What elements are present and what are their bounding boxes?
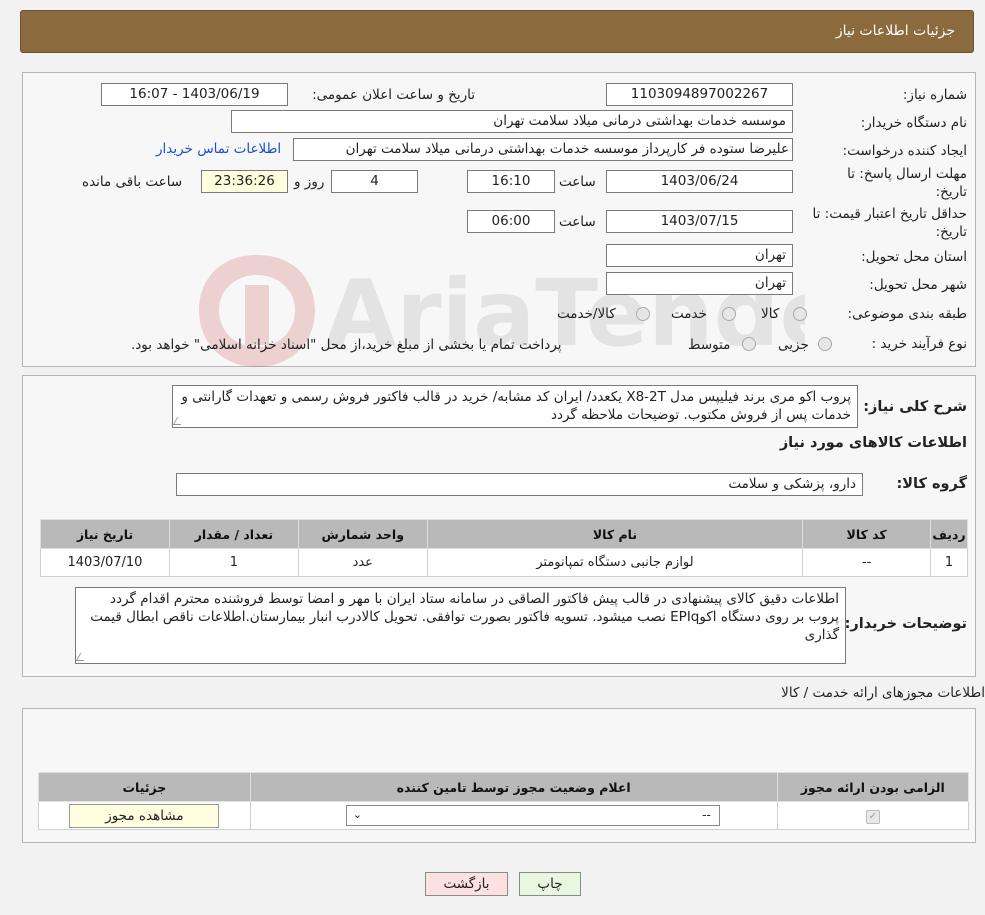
resize-grip-icon[interactable] (173, 417, 186, 425)
col-code: کد کالا (802, 519, 932, 549)
goods-table-header: ردیف کد کالا نام کالا واحد شمارش تعداد /… (40, 519, 968, 549)
creator-label: ایجاد کننده درخواست: (842, 143, 967, 159)
cell-permit-details: مشاهده مجوز (38, 801, 251, 830)
cell-qty: 1 (168, 548, 299, 577)
cell-permit-status: -- ⌄ (249, 801, 778, 830)
deadline-date-field: 1403/06/24 (606, 170, 793, 193)
summary-textarea[interactable]: پروب اکو مری برند فیلیپس مدل X8-2T یکعدد… (172, 385, 858, 428)
deadline-time-field: 16:10 (467, 170, 555, 193)
cell-code: -- (802, 548, 932, 577)
province-field: تهران (606, 244, 793, 267)
remaining-label: ساعت باقی مانده (82, 174, 183, 190)
permits-table: الزامی بودن ارائه مجوز اعلام وضعیت مجوز … (38, 772, 970, 830)
remaining-time-field: 23:36:26 (201, 170, 288, 193)
validity-label-date: تاریخ: (935, 224, 967, 240)
page-title: جزئیات اطلاعات نیاز (835, 23, 955, 39)
permits-section-title: اطلاعات مجوزهای ارائه خدمت / کالا (781, 685, 985, 701)
col-date: تاریخ نیاز (40, 519, 170, 549)
buyer-notes-textarea[interactable]: اطلاعات دقیق کالای پیشنهادی در قالب پیش … (75, 587, 846, 664)
required-checkbox[interactable]: ✓ (865, 809, 880, 824)
buyer-notes-text: اطلاعات دقیق کالای پیشنهادی در قالب پیش … (90, 591, 839, 643)
view-permit-button[interactable]: مشاهده مجوز (69, 803, 220, 828)
need-number-field: 1103094897002267 (606, 83, 793, 106)
deadline-label: مهلت ارسال پاسخ: تا (847, 166, 967, 182)
summary-label: شرح کلی نیاز: (863, 399, 967, 415)
cell-name: لوازم جانبی دستگاه تمپانومتر (426, 548, 804, 577)
buyer-org-field: موسسه خدمات بهداشتی درمانی میلاد سلامت ت… (231, 110, 793, 133)
col-row: ردیف (930, 519, 968, 549)
col-permit-status: اعلام وضعیت مجوز توسط تامین کننده (249, 772, 778, 802)
goods-group-label: گروه کالا: (896, 476, 967, 492)
city-label: شهر محل تحویل: (869, 277, 967, 293)
table-row: 1 -- لوازم جانبی دستگاه تمپانومتر عدد 1 … (40, 548, 968, 577)
permit-status-value: -- (702, 808, 711, 822)
permits-table-header: الزامی بودن ارائه مجوز اعلام وضعیت مجوز … (38, 772, 970, 802)
cell-date: 1403/07/10 (40, 548, 170, 577)
cell-permit-required: ✓ (776, 801, 970, 830)
city-field: تهران (606, 272, 793, 295)
process-label: نوع فرآیند خرید : (871, 336, 967, 352)
process-radio-minor[interactable] (818, 337, 832, 351)
buyer-notes-label: توضیحات خریدار: (844, 616, 967, 632)
col-permit-required: الزامی بودن ارائه مجوز (776, 772, 970, 802)
resize-grip-icon[interactable] (76, 653, 89, 661)
back-button[interactable]: بازگشت (425, 872, 508, 896)
buyer-contact-link[interactable]: اطلاعات تماس خریدار (156, 141, 281, 157)
table-row: ✓ -- ⌄ مشاهده مجوز (38, 801, 970, 830)
cell-unit: عدد (297, 548, 428, 577)
print-button[interactable]: چاپ (519, 872, 581, 896)
col-qty: تعداد / مقدار (168, 519, 299, 549)
process-note: پرداخت تمام یا بخشی از مبلغ خرید،از محل … (131, 337, 562, 353)
buyer-org-label: نام دستگاه خریدار: (860, 115, 967, 131)
page-header: جزئیات اطلاعات نیاز (20, 10, 974, 53)
validity-label: حداقل تاریخ اعتبار قیمت: تا (812, 206, 967, 222)
validity-time-label: ساعت (559, 214, 596, 230)
goods-table: ردیف کد کالا نام کالا واحد شمارش تعداد /… (40, 519, 968, 577)
deadline-time-label: ساعت (559, 174, 596, 190)
category-option-goods: کالا (761, 306, 780, 322)
announce-label: تاریخ و ساعت اعلان عمومی: (312, 87, 475, 103)
days-label: روز و (294, 174, 325, 190)
process-option-minor: جزیی (778, 337, 809, 353)
need-number-label: شماره نیاز: (902, 87, 967, 103)
process-radio-medium[interactable] (742, 337, 756, 351)
category-radio-goods[interactable] (793, 307, 807, 321)
process-option-medium: متوسط (688, 337, 731, 353)
days-remaining-field: 4 (331, 170, 418, 193)
category-option-service: خدمت (671, 306, 707, 322)
announce-field: 1403/06/19 - 16:07 (101, 83, 288, 106)
col-unit: واحد شمارش (297, 519, 428, 549)
deadline-label-date: تاریخ: (935, 184, 967, 200)
validity-time-field: 06:00 (467, 210, 555, 233)
goods-section-title: اطلاعات کالاهای مورد نیاز (779, 435, 967, 451)
permit-status-select[interactable]: -- ⌄ (345, 805, 720, 826)
category-radio-goods-service[interactable] (636, 307, 650, 321)
col-name: نام کالا (426, 519, 804, 549)
chevron-down-icon: ⌄ (352, 808, 362, 821)
category-option-goods-service: کالا/خدمت (557, 306, 616, 322)
goods-group-field: دارو، پزشکی و سلامت (176, 473, 863, 496)
cell-row: 1 (930, 548, 968, 577)
province-label: استان محل تحویل: (861, 249, 967, 265)
col-permit-details: جزئیات (38, 772, 251, 802)
validity-date-field: 1403/07/15 (606, 210, 793, 233)
creator-field: علیرضا ستوده فر کارپرداز موسسه خدمات بهد… (293, 138, 793, 161)
category-label: طبقه بندی موضوعی: (847, 306, 967, 322)
summary-text: پروب اکو مری برند فیلیپس مدل X8-2T یکعدد… (181, 389, 851, 423)
category-radio-service[interactable] (722, 307, 736, 321)
